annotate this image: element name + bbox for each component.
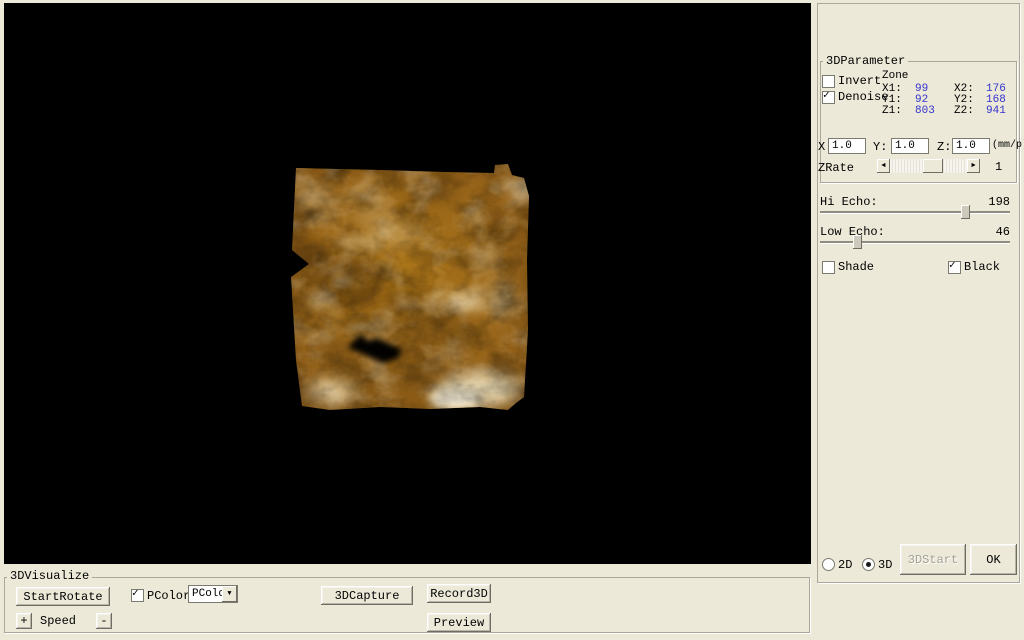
scale-z-input[interactable]	[952, 138, 990, 154]
scroll-left-icon: ◄	[881, 163, 885, 170]
denoise-label: Denoise	[838, 91, 888, 104]
preview-button[interactable]: Preview	[427, 613, 491, 632]
mode-2d-radio[interactable]	[822, 558, 835, 571]
right-panel: 3DParameter ✓ Invert ✓ Denoise Zone X1:9…	[811, 0, 1024, 640]
scale-z-label: Z:	[937, 141, 951, 154]
low-echo-slider[interactable]	[820, 235, 1010, 249]
visualize-group-title: 3DVisualize	[7, 570, 92, 582]
scale-y-label: Y:	[873, 141, 887, 154]
zrate-scrollbar-thumb[interactable]	[923, 159, 943, 173]
zone-z2-value: 941	[986, 105, 1006, 117]
bottom-panel: 3DVisualize StartRotate + Speed - ✓ PCol…	[0, 564, 811, 640]
3dstart-button[interactable]: 3DStart	[900, 544, 966, 575]
black-label: Black	[964, 261, 1000, 274]
low-echo-slider-thumb[interactable]	[853, 235, 862, 249]
start-rotate-button[interactable]: StartRotate	[16, 587, 110, 606]
zrate-scrollbar[interactable]: ◄ ►	[877, 159, 980, 173]
pcolor-combobox-drop-button[interactable]: ▼	[222, 586, 237, 602]
scale-unit-label: (mm/p)	[992, 140, 1024, 151]
volume-render-3d	[4, 3, 811, 564]
zrate-scroll-left-button[interactable]: ◄	[877, 159, 890, 173]
black-checkbox[interactable]: ✓	[948, 261, 961, 274]
speed-label: Speed	[40, 615, 76, 628]
checkmark-icon: ✓	[949, 261, 956, 272]
denoise-checkbox[interactable]: ✓	[822, 91, 835, 104]
zone-z1-value: 803	[915, 106, 954, 117]
zrate-scroll-right-button[interactable]: ►	[967, 159, 980, 173]
dropdown-arrow-icon: ▼	[227, 590, 231, 598]
zone-z1-label: Z1:	[882, 106, 915, 117]
low-echo-slider-groove[interactable]	[820, 241, 1010, 244]
speed-plus-button[interactable]: +	[16, 613, 32, 629]
speed-minus-button[interactable]: -	[96, 613, 112, 629]
shade-checkbox[interactable]: ✓	[822, 261, 835, 274]
zrate-label: ZRate	[818, 162, 854, 175]
hi-echo-slider-groove[interactable]	[820, 211, 1010, 214]
scroll-right-icon: ►	[971, 163, 975, 170]
parameter-group-title: 3DParameter	[823, 55, 908, 67]
radio-dot-icon	[866, 562, 871, 567]
pcolor-checkbox[interactable]: ✓	[131, 589, 144, 602]
ok-button[interactable]: OK	[970, 544, 1017, 575]
zrate-value: 1	[995, 161, 1002, 174]
record3d-button[interactable]: Record3D	[427, 584, 491, 603]
3dcapture-button[interactable]: 3DCapture	[321, 586, 413, 605]
invert-label: Invert	[838, 75, 881, 88]
pcolor-combobox[interactable]: PColor ▼	[188, 585, 238, 603]
zone-z2-label: Z2:	[954, 106, 986, 117]
checkmark-icon: ✓	[132, 589, 139, 600]
pcolor-label: PColor	[147, 590, 190, 603]
hi-echo-slider-thumb[interactable]	[961, 205, 970, 219]
zone-label: Zone	[882, 71, 908, 82]
app-window: 3DParameter ✓ Invert ✓ Denoise Zone X1:9…	[0, 0, 1024, 640]
invert-checkbox[interactable]: ✓	[822, 75, 835, 88]
scale-x-input[interactable]	[828, 138, 866, 154]
mode-3d-radio[interactable]	[862, 558, 875, 571]
checkmark-icon: ✓	[823, 91, 830, 102]
hi-echo-slider[interactable]	[820, 205, 1010, 219]
mode-2d-label: 2D	[838, 559, 852, 572]
render-viewport[interactable]	[4, 3, 811, 564]
scale-y-input[interactable]	[891, 138, 929, 154]
shade-label: Shade	[838, 261, 874, 274]
mode-3d-label: 3D	[878, 559, 892, 572]
zone-row: Z1:803Z2:941	[882, 106, 1006, 117]
